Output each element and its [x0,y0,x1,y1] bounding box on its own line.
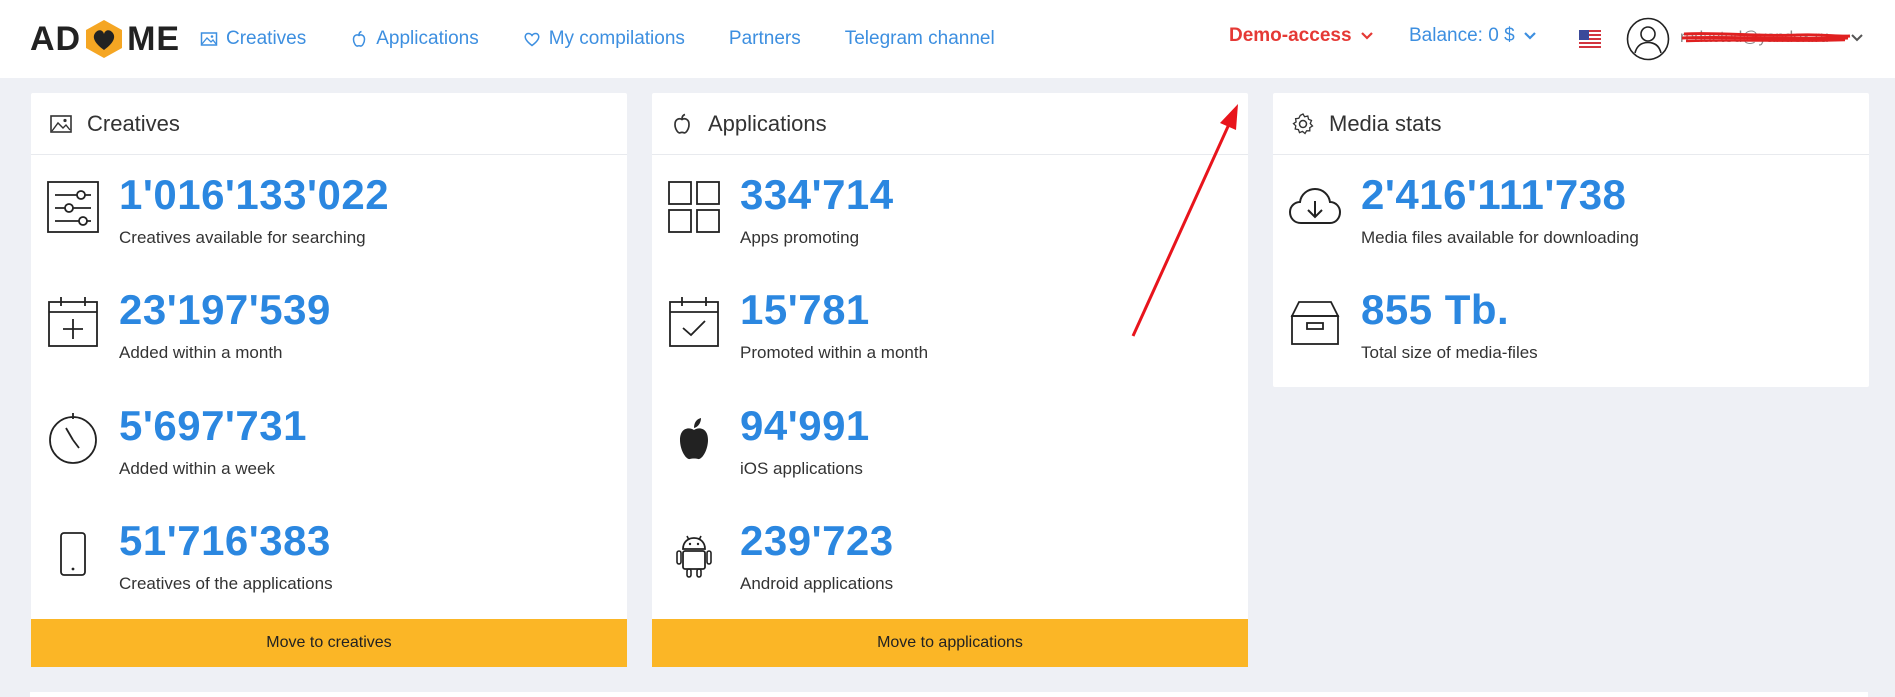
android-icon [676,535,712,578]
stat-value: 5'697'731 [119,402,307,449]
stat-value: 51'716'383 [119,517,331,564]
nav-telegram-channel[interactable]: Telegram channel [845,28,995,50]
stat-value: 94'991 [740,402,870,449]
stat-value: 855 Tb. [1361,286,1510,333]
image-icon [200,32,218,46]
gear-icon [1292,112,1314,134]
logo[interactable]: AD ME [30,16,180,62]
logo-text-right: ME [127,19,181,58]
creatives-card-header: Creatives [31,93,627,155]
nav-creatives-label: Creatives [226,28,307,49]
nav-my-compilations[interactable]: My compilations [523,28,685,50]
stat-item: 1'016'133'022 Creatives available for se… [31,171,627,273]
apple-icon [680,418,708,460]
stat-value: 15'781 [740,286,870,333]
balance-dropdown[interactable]: Balance: 0 $ [1409,25,1537,47]
chevron-down-icon [1523,32,1536,40]
stat-value: 239'723 [740,517,894,564]
image-icon [50,114,72,133]
avatar[interactable] [1626,17,1670,61]
balance-label: Balance: 0 $ [1409,25,1515,46]
stat-label: Apps promoting [740,228,860,247]
stat-item: 15'781 Promoted within a month [652,286,1248,388]
nav-applications[interactable]: Applications [350,28,479,50]
creatives-card-title: Creatives [87,110,180,136]
nav-partners-label: Partners [728,28,801,49]
nav-my-compilations-label: My compilations [548,28,685,49]
move-to-applications-button[interactable]: Move to applications [652,619,1248,667]
smartphone-icon [60,532,86,576]
stat-label: iOS applications [740,459,863,478]
stat-label: Added within a month [119,343,283,362]
stat-label: Added within a week [119,459,275,478]
cloud-download-icon [1288,187,1342,224]
grid-icon [668,181,720,233]
media-stats-card: Media stats 2'416'111'738 Media files av… [1273,93,1869,387]
nav-telegram-channel-label: Telegram channel [844,28,995,49]
filter-sliders-icon [47,181,99,233]
stat-value: 2'416'111'738 [1361,171,1627,218]
apple-icon [674,113,690,134]
stopwatch-icon [49,413,97,464]
top-bar: AD ME Creatives Applications My compilat… [0,0,1895,78]
heart-icon [524,32,540,47]
stat-item: 855 Tb. Total size of media-files [1273,286,1869,388]
stat-label: Creatives available for searching [119,228,366,247]
stat-item: 2'416'111'738 Media files available for … [1273,171,1869,273]
nav-partners[interactable]: Partners [729,28,801,50]
stat-label: Creatives of the applications [119,574,333,593]
stat-item: 334'714 Apps promoting [652,171,1248,273]
redaction-scribble [1681,32,1863,43]
applications-card-header: Applications [652,93,1248,155]
user-menu[interactable]: redacted@yandex.ru [1680,25,1865,53]
stat-item: 51'716'383 Creatives of the applications [31,517,627,619]
main-nav: Creatives Applications My compilations P… [200,24,1039,54]
nav-creatives[interactable]: Creatives [200,28,306,50]
move-to-creatives-button[interactable]: Move to creatives [31,619,627,667]
stat-label: Media files available for downloading [1361,228,1639,247]
logo-heart-icon [86,20,123,58]
calendar-check-icon [669,297,719,347]
stat-item: 23'197'539 Added within a month [31,286,627,388]
next-section-edge [30,692,1868,697]
stat-item: 239'723 Android applications [652,517,1248,619]
stat-value: 334'714 [740,171,894,218]
stat-value: 23'197'539 [119,286,331,333]
media-stats-card-title: Media stats [1329,110,1442,136]
stat-label: Android applications [740,574,894,593]
stat-item: 94'991 iOS applications [652,402,1248,504]
applications-card-title: Applications [708,110,827,136]
logo-text-left: AD [30,19,82,58]
stat-label: Total size of media-files [1361,343,1538,362]
demo-access-label: Demo-access [1229,25,1352,46]
stat-value: 1'016'133'022 [119,171,390,218]
media-stats-card-header: Media stats [1273,93,1869,155]
archive-box-icon [1290,301,1340,345]
demo-access-dropdown[interactable]: Demo-access [1229,25,1374,47]
applications-card: Applications 334'714 Apps promoting 15'7… [652,93,1248,667]
nav-applications-label: Applications [376,28,479,49]
creatives-card: Creatives 1'016'133'022 Creatives availa… [31,93,627,667]
chevron-down-icon [1360,32,1373,40]
apple-icon [352,30,366,47]
stat-label: Promoted within a month [740,343,929,362]
calendar-plus-icon [48,297,98,347]
us-flag-icon[interactable] [1579,30,1601,48]
stat-item: 5'697'731 Added within a week [31,402,627,504]
